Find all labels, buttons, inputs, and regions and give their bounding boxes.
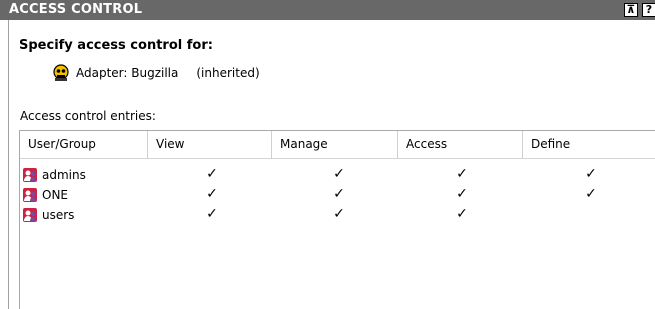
column-header-user-group[interactable]: User/Group [20,131,148,158]
table-row[interactable]: ONE ✓ ✓ ✓ ✓ [20,185,655,204]
manage-check: ✓ [333,186,345,202]
entries-label: Access control entries: [20,109,156,123]
view-check: ✓ [206,186,218,202]
column-header-access[interactable]: Access [398,131,523,158]
view-check: ✓ [206,166,218,182]
user-cell: users [22,205,74,224]
manage-check: ✓ [333,166,345,182]
panel-left-border [8,20,9,309]
help-button[interactable]: ? [642,3,655,17]
table-header: User/Group View Manage Access Define [20,131,655,159]
column-header-manage[interactable]: Manage [272,131,398,158]
group-icon [23,187,37,202]
access-check: ✓ [456,186,468,202]
adapter-label: Adapter: Bugzilla [76,66,179,80]
user-cell: admins [22,165,86,184]
user-name: users [42,207,75,222]
pin-button[interactable]: ⊼ [624,3,638,17]
manage-check: ✓ [333,206,345,222]
access-check: ✓ [456,166,468,182]
column-header-define[interactable]: Define [523,131,655,158]
title-bar: ACCESS CONTROL ⊼ ? [0,0,655,20]
panel-title: ACCESS CONTROL [9,2,143,17]
column-header-view[interactable]: View [148,131,272,158]
user-name: ONE [42,187,69,202]
table-row[interactable]: users ✓ ✓ ✓ [20,205,655,224]
access-check: ✓ [456,206,468,222]
user-cell: ONE [22,185,68,204]
access-control-table: User/Group View Manage Access Define adm… [19,130,655,309]
section-heading: Specify access control for: [19,38,213,53]
adapter-icon [53,64,69,81]
define-check: ✓ [585,186,597,202]
group-icon [23,167,37,182]
define-check: ✓ [585,166,597,182]
adapter-entry: Adapter: Bugzilla (inherited) [52,64,260,82]
user-name: admins [42,167,86,182]
group-icon [23,207,37,222]
view-check: ✓ [206,206,218,222]
table-row[interactable]: admins ✓ ✓ ✓ ✓ [20,165,655,184]
inherited-label: (inherited) [196,66,260,80]
